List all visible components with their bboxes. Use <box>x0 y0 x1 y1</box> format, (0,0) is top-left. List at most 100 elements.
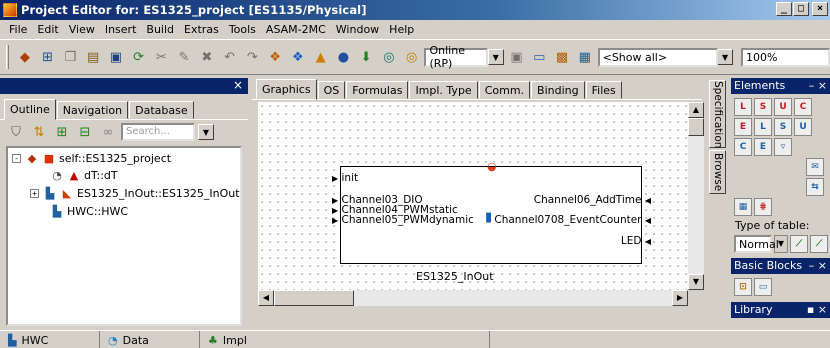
basic-block-bdc-icon[interactable]: ▭ <box>754 278 772 296</box>
restore-button[interactable]: □ <box>793 2 809 16</box>
paste-icon[interactable]: ▤ <box>83 47 103 67</box>
element-u-icon[interactable]: U <box>774 98 792 116</box>
type-of-table-select[interactable]: Normal <box>734 235 779 253</box>
element-c-icon[interactable]: C <box>794 98 812 116</box>
outline-panel-close[interactable]: × <box>233 78 243 92</box>
element-link-icon[interactable]: ⇆ <box>806 178 824 196</box>
menu-tools[interactable]: Tools <box>224 23 261 36</box>
tree-item-dt[interactable]: ◔ ▲ dT::dT <box>50 167 117 184</box>
input-port-channel05[interactable]: ▶ Channel05_PWMdynamic <box>332 214 474 227</box>
tree-icon[interactable]: ⊞ <box>38 47 58 67</box>
curve-icon[interactable]: ⟋ <box>790 235 808 253</box>
element-s-icon[interactable]: S <box>754 98 772 116</box>
cut-icon[interactable]: ✂ <box>151 47 171 67</box>
scroll-right-button[interactable]: ▶ <box>672 290 688 306</box>
component-icon[interactable]: ▩ <box>552 47 572 67</box>
copy-icon[interactable]: ❐ <box>60 47 80 67</box>
redo-icon[interactable]: ↷ <box>242 47 262 67</box>
drawing-canvas[interactable]: ◒ ▶ init ▶ Channel03_DIO ▶ Channel04_PWM… <box>258 102 688 290</box>
module-icon[interactable]: ▦ <box>575 47 595 67</box>
menu-asam-2mc[interactable]: ASAM-2MC <box>261 23 331 36</box>
map-icon[interactable]: ⟋ <box>810 235 828 253</box>
scroll-left-button[interactable]: ◀ <box>258 290 274 306</box>
filter-icon[interactable]: ⛉ <box>6 125 26 140</box>
mode-dropdown-arrow[interactable]: ▼ <box>487 49 504 65</box>
hscroll-thumb[interactable] <box>274 290 354 306</box>
tab-navigation[interactable]: Navigation <box>56 101 129 119</box>
tree-expander[interactable]: + <box>30 189 39 198</box>
element-message-icon[interactable]: ✉ <box>806 158 824 176</box>
undo-icon[interactable]: ↶ <box>220 47 240 67</box>
tab-specification[interactable]: Specification <box>709 80 726 148</box>
project-icon[interactable]: ◆ <box>15 47 35 67</box>
save-icon[interactable]: ▣ <box>106 47 126 67</box>
expand-all-icon[interactable]: ⊞ <box>52 125 72 140</box>
output-port-channel0708[interactable]: Channel0708_EventCounter ◀ <box>494 214 651 227</box>
tab-impl-type[interactable]: Impl. Type <box>409 81 478 99</box>
close-button[interactable]: × <box>812 2 828 16</box>
input-port-init[interactable]: ▶ init <box>332 172 358 185</box>
horizontal-scrollbar[interactable]: ◀ ▶ <box>258 290 688 306</box>
toolbar-grip[interactable] <box>6 45 9 69</box>
elements-panel-controls[interactable]: – × <box>809 78 827 94</box>
library-controls[interactable]: ▪ × <box>807 302 827 318</box>
menu-extras[interactable]: Extras <box>179 23 224 36</box>
status-data[interactable]: ◔ Data <box>100 331 200 348</box>
filter-select[interactable]: <Show all> <box>597 47 719 67</box>
tab-database[interactable]: Database <box>129 101 194 119</box>
search-input[interactable]: Search... <box>121 123 195 141</box>
tab-comm[interactable]: Comm. <box>478 81 531 99</box>
output-port-channel06[interactable]: Channel06_AddTime ◀ <box>534 194 651 207</box>
element-c2-icon[interactable]: C <box>734 138 752 156</box>
status-hwc[interactable]: ▙ HWC <box>0 331 100 348</box>
tree-expander[interactable]: - <box>12 154 21 163</box>
element-l-icon[interactable]: L <box>734 98 752 116</box>
tab-formulas[interactable]: Formulas <box>346 81 409 99</box>
basic-block-icon[interactable]: ⊡ <box>734 278 752 296</box>
sort-icon[interactable]: ⇅ <box>29 125 49 140</box>
scroll-up-button[interactable]: ▲ <box>688 102 704 118</box>
build-icon[interactable]: ❖ <box>288 47 308 67</box>
menu-insert[interactable]: Insert <box>100 23 142 36</box>
tree-item-hwc[interactable]: ▙ HWC::HWC <box>50 203 128 220</box>
minimize-button[interactable]: _ <box>776 2 792 16</box>
search-dropdown-arrow[interactable]: ▼ <box>198 124 214 140</box>
target-icon[interactable]: ◎ <box>379 47 399 67</box>
menu-file[interactable]: File <box>4 23 32 36</box>
menu-window[interactable]: Window <box>331 23 384 36</box>
element-param-icon[interactable]: ▿ <box>774 138 792 156</box>
element-u2-icon[interactable]: U <box>794 118 812 136</box>
download-icon[interactable]: ⬇ <box>356 47 376 67</box>
scroll-thumb[interactable] <box>688 118 704 136</box>
monitor-icon[interactable]: ▭ <box>529 47 549 67</box>
vertical-scrollbar[interactable]: ▲ ▼ <box>688 102 704 290</box>
filter-icon[interactable]: ▣ <box>507 47 527 67</box>
element-array-icon[interactable]: ⋕ <box>754 198 772 216</box>
target-settings-icon[interactable]: ◎ <box>402 47 422 67</box>
tab-graphics[interactable]: Graphics <box>256 79 317 100</box>
menu-help[interactable]: Help <box>384 23 419 36</box>
tree-item-project[interactable]: - ◆ ■ self::ES1325_project <box>12 150 171 167</box>
tree-item-es1325-inout[interactable]: + ▙ ◣ ES1325_InOut::ES1325_InOut <box>30 185 240 202</box>
menu-build[interactable]: Build <box>141 23 179 36</box>
menu-view[interactable]: View <box>64 23 100 36</box>
binoculars-icon[interactable]: ∞ <box>98 125 118 140</box>
tab-browse[interactable]: Browse <box>709 150 726 194</box>
connect-icon[interactable]: ❖ <box>265 47 285 67</box>
load-icon[interactable]: ● <box>333 47 353 67</box>
menu-edit[interactable]: Edit <box>32 23 63 36</box>
element-l2-icon[interactable]: L <box>754 118 772 136</box>
tab-binding[interactable]: Binding <box>531 81 585 99</box>
tab-files[interactable]: Files <box>585 81 622 99</box>
filter-dropdown-arrow[interactable]: ▼ <box>717 49 734 65</box>
zoom-select[interactable]: 100% <box>741 47 830 67</box>
experiment-icon[interactable]: ▲ <box>311 47 331 67</box>
basic-blocks-controls[interactable]: – × <box>809 258 827 274</box>
tab-outline[interactable]: Outline <box>4 99 56 120</box>
element-e2-icon[interactable]: E <box>754 138 772 156</box>
collapse-all-icon[interactable]: ⊟ <box>75 125 95 140</box>
element-s2-icon[interactable]: S <box>774 118 792 136</box>
module-block[interactable]: ◒ ▶ init ▶ Channel03_DIO ▶ Channel04_PWM… <box>332 160 651 264</box>
delete-icon[interactable]: ✖ <box>197 47 217 67</box>
status-impl[interactable]: ♣ Impl <box>200 331 490 348</box>
